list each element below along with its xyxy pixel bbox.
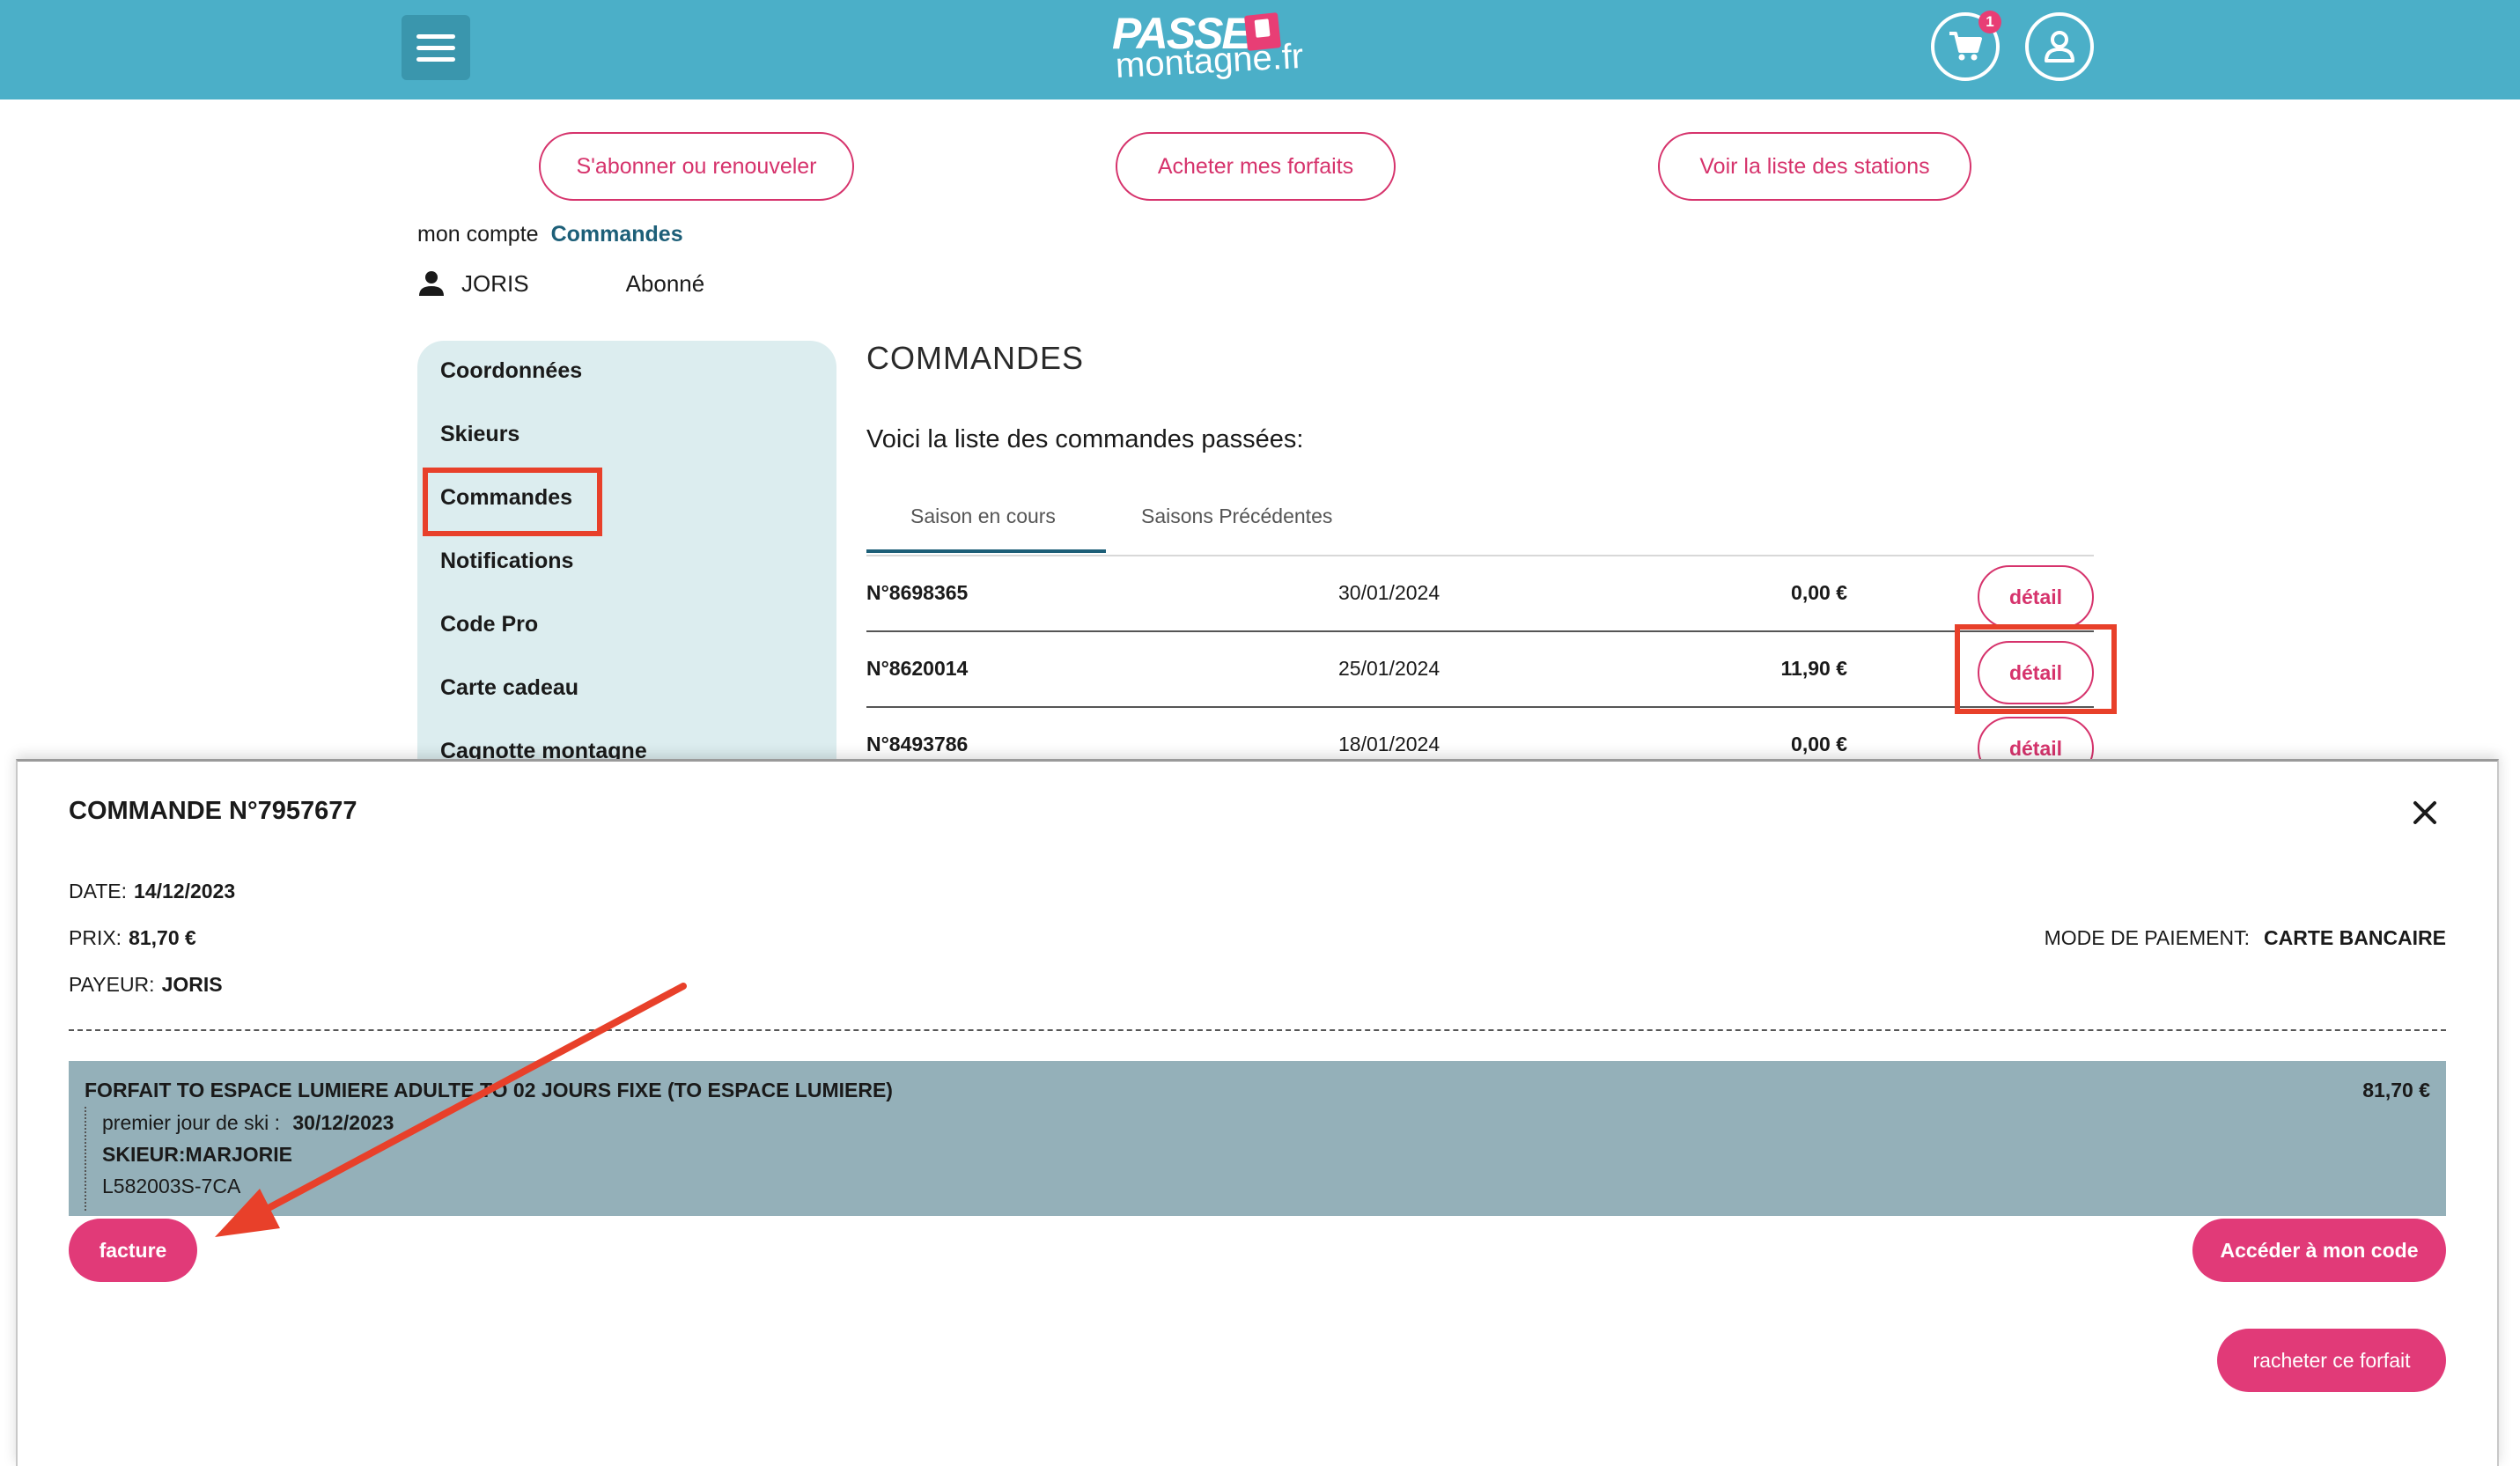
order-payer-info: PAYEUR: JORIS	[69, 973, 223, 997]
hamburger-menu-button[interactable]	[402, 15, 470, 80]
order-row: N°8698365 30/01/2024 0,00 € détail	[866, 556, 2094, 632]
order-date-label: DATE:	[69, 880, 128, 902]
site-logo[interactable]: PASSE montagne.fr	[1112, 9, 1304, 90]
item-price: 81,70 €	[2362, 1079, 2430, 1101]
first-day-value: 30/12/2023	[292, 1111, 394, 1134]
first-day-label: premier jour de ski :	[102, 1111, 280, 1134]
order-price: 0,00 €	[1791, 733, 1847, 755]
order-date-value: 14/12/2023	[134, 880, 236, 902]
order-price-info: PRIX: 81,70 €	[69, 926, 196, 950]
sidebar-item-skieurs[interactable]: Skieurs	[440, 422, 519, 447]
order-row: N°8620014 25/01/2024 11,90 € détail	[866, 632, 2094, 708]
menu-icon-bar	[416, 45, 455, 50]
annotation-highlight-commandes	[423, 468, 602, 536]
order-price: 11,90 €	[1780, 657, 1847, 680]
order-payer-label: PAYEUR:	[69, 973, 155, 996]
user-account-button[interactable]	[2025, 12, 2094, 81]
payment-mode-value: CARTE BANCAIRE	[2264, 926, 2446, 949]
user-name: JORIS	[461, 269, 529, 297]
order-date: 18/01/2024	[1338, 733, 1441, 755]
breadcrumb-home-link[interactable]: mon compte	[417, 222, 539, 247]
invoice-button[interactable]: facture	[69, 1219, 197, 1282]
user-icon	[2045, 31, 2074, 63]
order-price-label: PRIX:	[69, 926, 122, 949]
subscribe-button[interactable]: S'abonner ou renouveler	[539, 132, 854, 201]
user-summary: JORIS Abonné	[417, 269, 704, 298]
orders-intro-text: Voici la liste des commandes passées:	[866, 425, 1304, 453]
tab-previous-seasons[interactable]: Saisons Précédentes	[1141, 505, 1332, 528]
cart-button[interactable]: 1	[1931, 11, 2001, 81]
account-sidebar: Coordonnées Skieurs Commandes Notificati…	[417, 341, 836, 799]
order-item: FORFAIT TO ESPACE LUMIERE ADULTE TO 02 J…	[69, 1061, 2446, 1216]
sidebar-item-code-pro[interactable]: Code Pro	[440, 612, 538, 637]
season-tabs: Saison en cours Saisons Précédentes	[866, 493, 2094, 556]
menu-icon-bar	[416, 33, 455, 39]
stations-list-button[interactable]: Voir la liste des stations	[1658, 132, 1971, 201]
sidebar-item-coordonnees[interactable]: Coordonnées	[440, 358, 582, 384]
access-code-button[interactable]: Accéder à mon code	[2192, 1219, 2446, 1282]
first-day-line: premier jour de ski : 30/12/2023	[102, 1107, 394, 1138]
item-name: FORFAIT TO ESPACE LUMIERE ADULTE TO 02 J…	[85, 1079, 893, 1101]
cart-icon	[1949, 32, 1982, 61]
order-date-info: DATE: 14/12/2023	[69, 880, 235, 903]
menu-icon-bar	[416, 56, 455, 62]
logo-line2: montagne.fr	[1114, 36, 1305, 85]
order-payer-value: JORIS	[161, 973, 223, 996]
dashed-divider	[69, 1029, 2446, 1031]
order-price: 0,00 €	[1791, 581, 1847, 604]
item-code: L582003S-7CA	[102, 1175, 241, 1197]
page-title: COMMANDES	[866, 340, 1085, 376]
order-date: 25/01/2024	[1338, 657, 1441, 680]
cart-count-badge: 1	[1978, 11, 2001, 33]
modal-title: COMMANDE N°7957677	[69, 797, 357, 825]
order-detail-button[interactable]: détail	[1978, 565, 2094, 629]
user-status: Abonné	[625, 269, 705, 297]
top-header: PASSE montagne.fr 1	[0, 0, 2520, 99]
annotation-highlight-detail	[1955, 624, 2117, 714]
tab-current-season[interactable]: Saison en cours	[910, 505, 1056, 528]
rebuy-pass-button[interactable]: racheter ce forfait	[2217, 1329, 2446, 1392]
breadcrumb-current: Commandes	[550, 222, 683, 247]
active-tab-indicator	[866, 549, 1106, 553]
breadcrumb: mon compte Commandes	[417, 222, 683, 247]
close-icon[interactable]	[2407, 795, 2443, 830]
skier-name: SKIEUR:MARJORIE	[102, 1143, 292, 1166]
sidebar-item-carte-cadeau[interactable]: Carte cadeau	[440, 675, 578, 701]
order-number: N°8493786	[866, 733, 969, 755]
sidebar-item-notifications[interactable]: Notifications	[440, 549, 573, 574]
person-icon	[419, 271, 444, 296]
payment-mode-info: MODE DE PAIEMENT: CARTE BANCAIRE	[2045, 926, 2446, 950]
order-number: N°8698365	[866, 581, 969, 604]
order-date: 30/01/2024	[1338, 581, 1441, 604]
buy-passes-button[interactable]: Acheter mes forfaits	[1116, 132, 1396, 201]
order-number: N°8620014	[866, 657, 969, 680]
order-price-value: 81,70 €	[129, 926, 196, 949]
item-details: premier jour de ski : 30/12/2023 SKIEUR:…	[85, 1107, 394, 1211]
order-detail-modal: COMMANDE N°7957677 DATE: 14/12/2023 PRIX:…	[16, 759, 2499, 1466]
payment-mode-label: MODE DE PAIEMENT:	[2044, 926, 2250, 949]
